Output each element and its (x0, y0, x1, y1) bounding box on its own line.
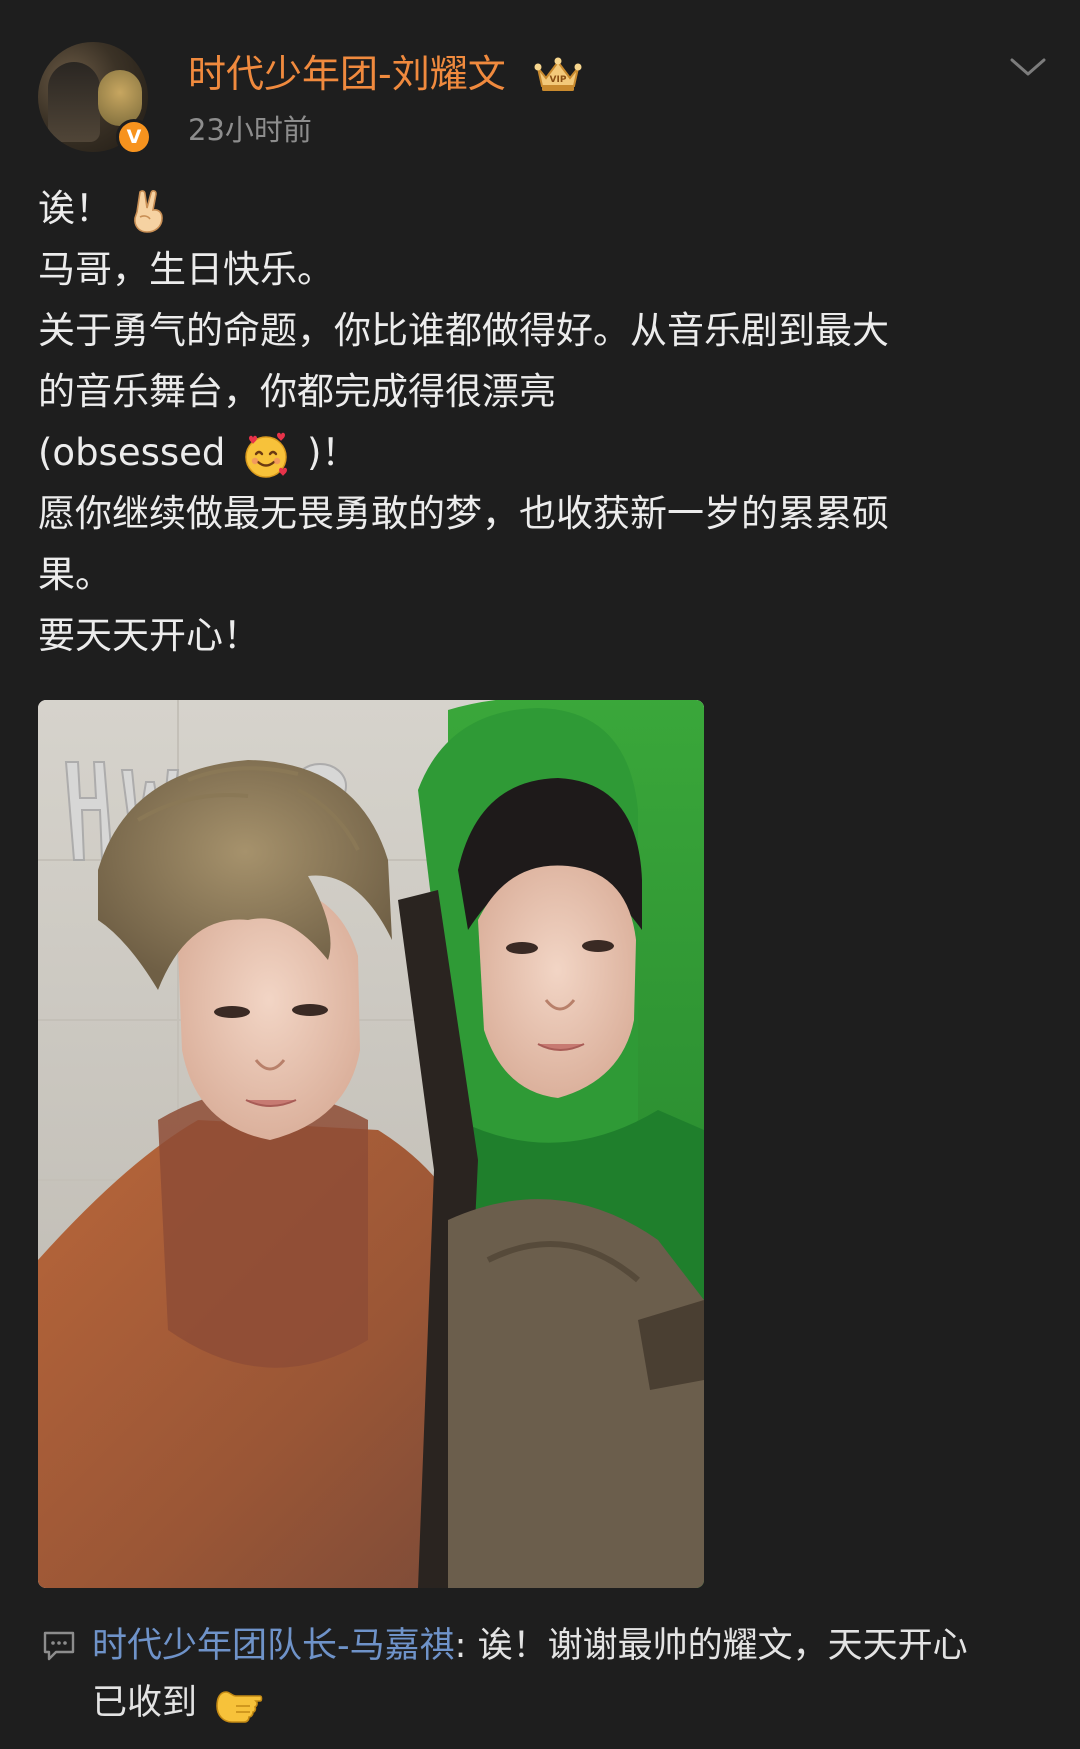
smiling-face-with-hearts-emoji (245, 432, 288, 478)
post-line: 愿你继续做最无畏勇敢的梦，也收获新一岁的累累硕 (38, 492, 889, 535)
pointing-hand-emoji (216, 1691, 263, 1723)
verified-badge: V (116, 119, 152, 155)
post-line: 的音乐舞台，你都完成得很漂亮 (38, 370, 556, 413)
post-line: 要天天开心！ (38, 614, 260, 657)
comment-author[interactable]: 时代少年团队长-马嘉祺 (92, 1626, 455, 1666)
post-timestamp: 23小时前 (188, 113, 312, 147)
avatar-figure (48, 62, 100, 142)
post-line: 关于勇气的命题，你比谁都做得好。从音乐剧到最大 (38, 309, 889, 352)
victory-hand-emoji (133, 189, 163, 233)
post-header: V 时代少年团-刘耀文 VIP 23小时前 (0, 0, 1080, 170)
comment-line: 时代少年团队长-马嘉祺: 诶！谢谢最帅的耀文，天天开心 (92, 1618, 1042, 1675)
chevron-down-icon[interactable] (1008, 54, 1048, 82)
post-photo[interactable] (38, 700, 704, 1588)
post-line-text: 诶！ (38, 187, 112, 230)
post-line: (obsessed )！ (38, 422, 1038, 483)
comment-icon (43, 1631, 75, 1661)
comment-text: 诶！谢谢最帅的耀文，天天开心 (477, 1626, 968, 1666)
post-photo-image (38, 700, 704, 1588)
post-text: 诶！ 马哥，生日快乐。 关于勇气的命题，你比谁都做得好。从音乐剧到最大 的音乐舞… (38, 178, 1038, 666)
post-line: 马哥，生日快乐。 (38, 248, 334, 291)
comment-text: 已收到 (92, 1683, 198, 1723)
comment-separator: : (454, 1626, 478, 1666)
comment-line: 已收到 (92, 1675, 1042, 1732)
avatar-figure (98, 70, 142, 126)
crown-icon: VIP (534, 57, 582, 91)
post-line-text: )！ (306, 431, 359, 474)
post-line-text: (obsessed (38, 431, 238, 474)
comment-body: 时代少年团队长-马嘉祺: 诶！谢谢最帅的耀文，天天开心 已收到 (92, 1618, 1042, 1732)
post-line: 果。 (38, 553, 112, 596)
post-line: 诶！ (38, 178, 1038, 239)
author-name[interactable]: 时代少年团-刘耀文 (188, 50, 506, 98)
svg-text:VIP: VIP (550, 75, 567, 85)
